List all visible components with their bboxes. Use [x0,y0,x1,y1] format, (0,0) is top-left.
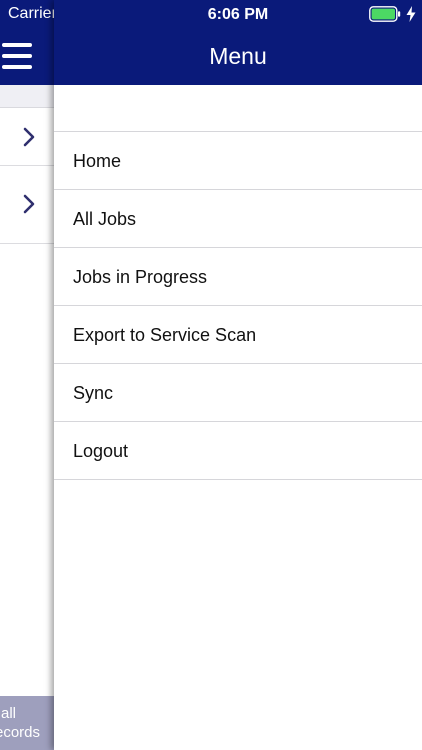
menu-item-logout[interactable]: Logout [54,422,422,480]
menu-item-label: Home [73,151,122,171]
menu-header-spacer [54,85,422,132]
chevron-right-icon [23,194,35,214]
all-records-button[interactable]: all ecords [0,696,54,750]
hamburger-menu-icon[interactable] [2,43,32,69]
menu-item-all-jobs[interactable]: All Jobs [54,190,422,248]
menu-item-label: Jobs in Progress [73,267,208,287]
battery-icon [369,6,401,22]
background-section-header [0,85,54,108]
menu-item-export-to-service-scan[interactable]: Export to Service Scan [54,306,422,364]
charging-bolt-icon [406,6,416,22]
chevron-right-icon [23,127,35,147]
menu-item-label: All Jobs [73,209,137,229]
menu-item-jobs-in-progress[interactable]: Jobs in Progress [54,248,422,306]
side-menu: 6:06 PM Menu Home All Jobs Jobs in Progr… [54,0,422,750]
background-list-row[interactable] [0,166,54,244]
carrier-text: Carrier [8,5,54,22]
menu-item-label: Export to Service Scan [73,325,257,345]
carrier-label: Carrier [8,5,54,23]
menu-item-home[interactable]: Home [54,132,422,190]
background-screen: Carrier all ecords [0,0,54,750]
background-nav-bar: Carrier [0,0,54,85]
all-records-line1: all [1,705,17,722]
menu-item-label: Logout [73,441,129,461]
status-time: 6:06 PM [207,6,269,23]
all-records-line2: ecords [0,724,41,741]
background-list-row[interactable] [0,108,54,166]
menu-nav-bar: 6:06 PM Menu [54,0,422,85]
menu-item-label: Sync [73,383,114,403]
menu-item-sync[interactable]: Sync [54,364,422,422]
menu-list: Home All Jobs Jobs in Progress Export to… [54,85,422,480]
menu-title: Menu [209,43,267,69]
